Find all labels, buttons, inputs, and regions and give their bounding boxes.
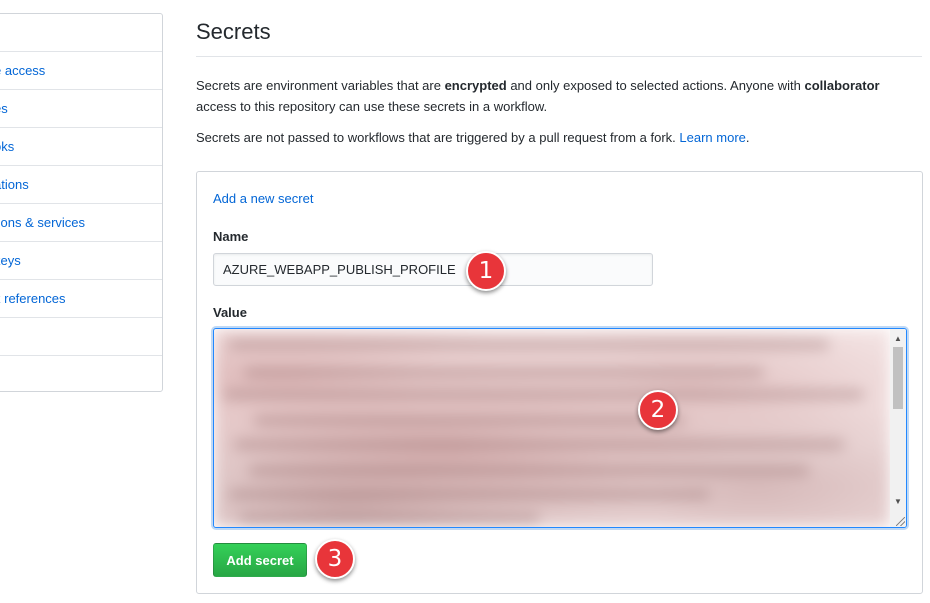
sidebar-item-8[interactable] (0, 318, 162, 356)
name-label: Name (213, 229, 249, 244)
scroll-thumb[interactable] (893, 347, 903, 409)
sidebar-item-9[interactable] (0, 356, 162, 391)
add-secret-box: Add a new secret Name Value ▲ ▼ Add secr… (196, 171, 923, 594)
fork-note-period: . (745, 130, 750, 145)
secret-name-input[interactable] (213, 253, 653, 286)
secret-value-textarea[interactable]: ▲ ▼ (213, 328, 907, 528)
callout-3: 3 (315, 539, 355, 579)
sidebar-item-7[interactable]: k references (0, 280, 162, 318)
resize-grip-icon[interactable] (896, 517, 905, 526)
desc-bold-collaborator: collaborator (804, 78, 880, 93)
sidebar-item-0[interactable]: s (0, 14, 162, 52)
learn-more-link[interactable]: Learn more (679, 130, 745, 145)
sidebar-item-6[interactable]: keys (0, 242, 162, 280)
scroll-down-arrow-icon[interactable]: ▼ (890, 493, 906, 509)
textarea-scrollbar[interactable]: ▲ ▼ (890, 329, 906, 527)
desc-text-1: Secrets are environment variables that a… (196, 78, 445, 93)
fork-note: Secrets are not passed to workflows that… (196, 127, 926, 148)
desc-text-2: and only exposed to selected actions. An… (506, 78, 805, 93)
scroll-up-arrow-icon[interactable]: ▲ (890, 330, 906, 346)
sidebar-item-2[interactable]: es (0, 90, 162, 128)
page-title: Secrets (196, 19, 271, 44)
settings-sidebar: s e access es oks ations tions & service… (0, 13, 163, 392)
add-secret-button[interactable]: Add secret (213, 543, 307, 577)
desc-text-3: access to this repository can use these … (196, 99, 548, 114)
add-new-secret-link[interactable]: Add a new secret (213, 191, 313, 206)
blurred-secret-content (214, 329, 890, 527)
secrets-description: Secrets are environment variables that a… (196, 75, 926, 117)
sidebar-item-1[interactable]: e access (0, 52, 162, 90)
value-label: Value (213, 305, 247, 320)
title-divider (196, 56, 922, 57)
desc-bold-encrypted: encrypted (444, 78, 507, 93)
fork-note-text: Secrets are not passed to workflows that… (196, 130, 680, 145)
sidebar-item-5[interactable]: tions & services (0, 204, 162, 242)
sidebar-item-3[interactable]: oks (0, 128, 162, 166)
callout-1: 1 (466, 251, 506, 291)
sidebar-item-4[interactable]: ations (0, 166, 162, 204)
callout-2: 2 (638, 390, 678, 430)
